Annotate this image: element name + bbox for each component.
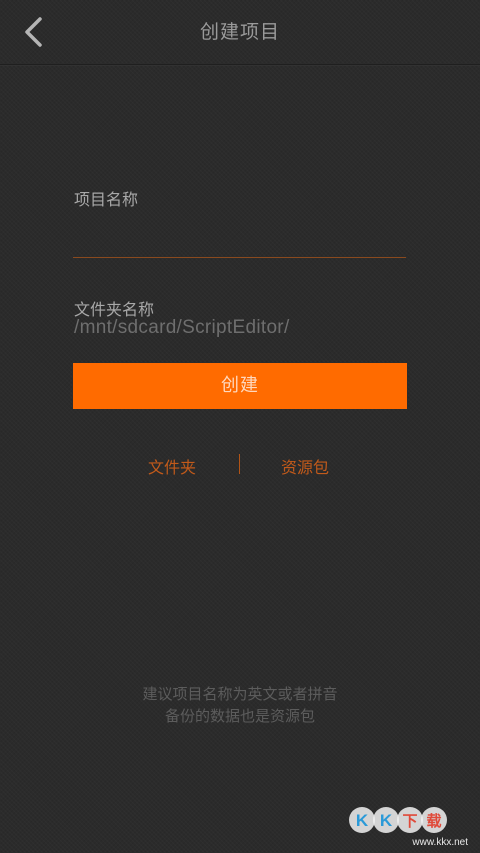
svg-text:K: K bbox=[380, 811, 393, 830]
svg-text:载: 载 bbox=[426, 812, 441, 830]
svg-text:K: K bbox=[356, 811, 369, 830]
hint-line-1: 建议项目名称为英文或者拼音 bbox=[142, 685, 338, 703]
svg-text:下: 下 bbox=[402, 812, 417, 830]
kkx-logo-icon: K K 下 载 bbox=[349, 807, 447, 833]
resource-package-link[interactable]: 资源包 bbox=[281, 454, 329, 478]
project-name-label: 项目名称 bbox=[74, 190, 139, 209]
link-divider bbox=[239, 454, 240, 474]
hint-line-2: 备份的数据也是资源包 bbox=[164, 707, 315, 725]
top-bar: 创建项目 bbox=[0, 0, 480, 65]
watermark-url: www.kkx.net bbox=[412, 837, 468, 848]
page-title: 创建项目 bbox=[199, 21, 280, 43]
create-button[interactable]: 创建 bbox=[73, 363, 407, 409]
project-name-input[interactable] bbox=[73, 222, 406, 258]
folder-path-value: /mnt/sdcard/ScriptEditor/ bbox=[74, 317, 290, 338]
watermark-logo: K K 下 载 www.kkx.net bbox=[348, 800, 468, 850]
folder-link[interactable]: 文件夹 bbox=[148, 454, 196, 478]
